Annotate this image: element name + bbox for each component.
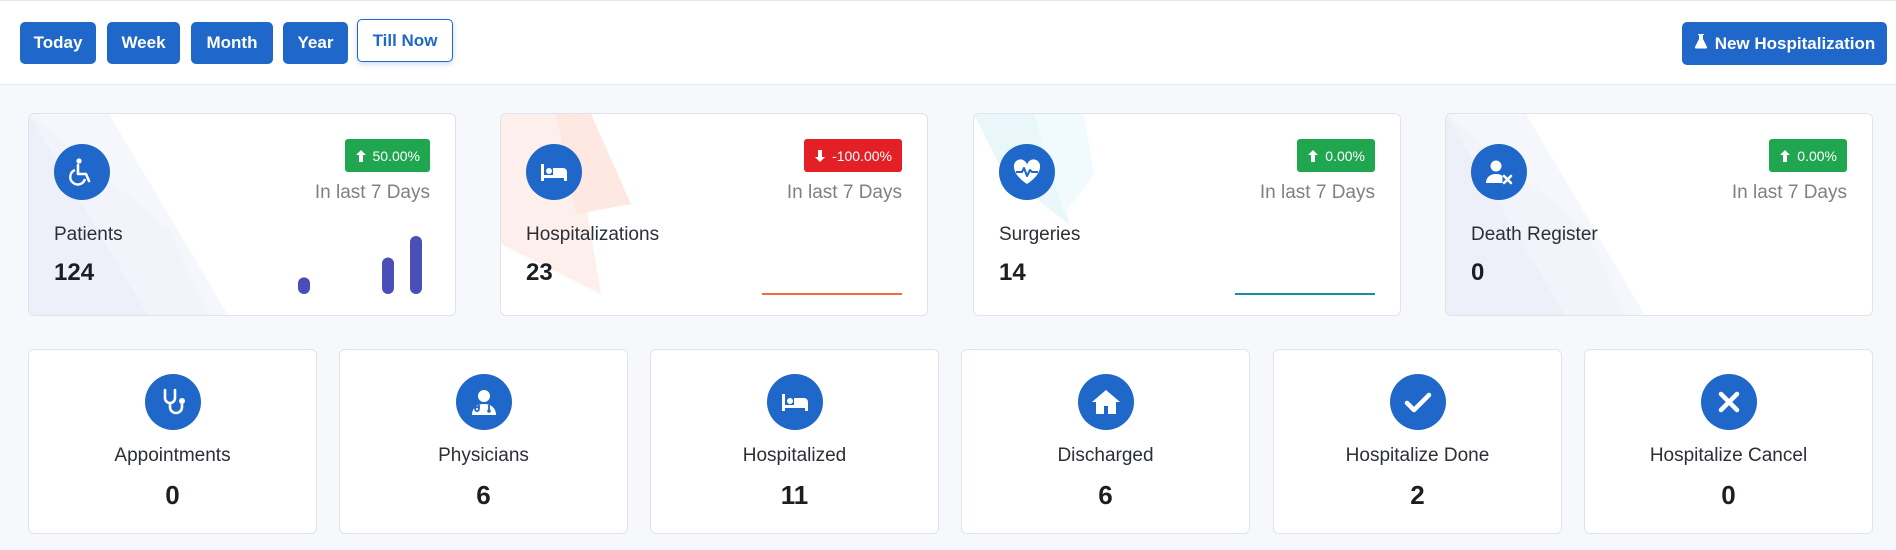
- trend-badge: -100.00%: [804, 139, 902, 172]
- bed-icon: [526, 144, 582, 200]
- stethoscope-icon: [145, 374, 201, 430]
- stat-value: 23: [526, 259, 553, 286]
- summary-value: 0: [1721, 480, 1736, 510]
- hospitalizations-sparkline: [762, 293, 902, 295]
- arrow-up-icon: [1780, 149, 1791, 162]
- range-week-button[interactable]: Week: [107, 22, 180, 64]
- summary-value: 6: [1098, 480, 1113, 510]
- summary-card-appointments: Appointments 0: [28, 349, 317, 534]
- summary-title: Physicians: [438, 445, 529, 466]
- stat-value: 0: [1471, 259, 1485, 286]
- summary-title: Hospitalize Done: [1345, 445, 1490, 466]
- trend-value: -100.00%: [832, 147, 892, 164]
- range-month-button[interactable]: Month: [191, 22, 273, 64]
- period-label: In last 7 Days: [1731, 182, 1847, 203]
- trend-badge: 0.00%: [1297, 139, 1375, 172]
- stat-card-death-register: 0.00% In last 7 Days Death Register 0: [1445, 113, 1873, 316]
- trend-badge: 0.00%: [1769, 139, 1847, 172]
- trend-value: 0.00%: [1797, 147, 1837, 164]
- summary-value: 2: [1410, 480, 1425, 510]
- summary-value: 11: [780, 480, 809, 510]
- summary-card-discharged: Discharged 6: [961, 349, 1250, 534]
- range-till-now-button[interactable]: Till Now: [357, 19, 453, 62]
- trend-value: 0.00%: [1325, 147, 1365, 164]
- sparkline-bar: [382, 257, 394, 294]
- summary-title: Appointments: [114, 445, 231, 466]
- summary-card-physicians: Physicians 6: [339, 349, 628, 534]
- arrow-down-icon: [815, 149, 826, 162]
- sparkline-bar: [298, 277, 310, 294]
- bed-icon: [767, 374, 823, 430]
- new-hospitalization-button[interactable]: New Hospitalization: [1682, 22, 1887, 65]
- surgeries-sparkline: [1235, 293, 1375, 295]
- period-label: In last 7 Days: [786, 182, 902, 203]
- stat-title: Patients: [54, 224, 123, 245]
- new-hospitalization-label: New Hospitalization: [1714, 33, 1876, 53]
- home-icon: [1078, 374, 1134, 430]
- patients-sparkline: [298, 236, 422, 294]
- arrow-up-icon: [1308, 149, 1319, 162]
- stat-card-hospitalizations: -100.00% In last 7 Days Hospitalizations…: [500, 113, 928, 316]
- range-year-button[interactable]: Year: [283, 22, 348, 64]
- period-label: In last 7 Days: [1259, 182, 1375, 203]
- summary-value: 0: [165, 480, 180, 510]
- summary-card-hospitalize-cancel: Hospitalize Cancel 0: [1584, 349, 1873, 534]
- summary-card-hospitalize-done: Hospitalize Done 2: [1273, 349, 1562, 534]
- summary-title: Hospitalized: [742, 445, 847, 466]
- trend-value: 50.00%: [372, 147, 420, 164]
- stat-card-surgeries: 0.00% In last 7 Days Surgeries 14: [973, 113, 1401, 316]
- heartbeat-icon: [999, 144, 1055, 200]
- wheelchair-icon: [54, 144, 110, 200]
- stat-title: Hospitalizations: [526, 224, 660, 245]
- user-x-icon: [1471, 144, 1527, 200]
- stat-value: 14: [999, 259, 1026, 286]
- doctor-icon: [456, 374, 512, 430]
- summary-title: Discharged: [1057, 445, 1154, 466]
- sparkline-bar: [410, 236, 422, 294]
- stat-value: 124: [54, 259, 95, 286]
- flask-icon: [1694, 33, 1708, 54]
- range-today-button[interactable]: Today: [20, 22, 96, 64]
- summary-title: Hospitalize Cancel: [1649, 445, 1808, 466]
- stat-title: Death Register: [1471, 224, 1598, 245]
- period-label: In last 7 Days: [314, 182, 430, 203]
- stat-card-patients: 50.00% In last 7 Days Patients 124: [28, 113, 456, 316]
- trend-badge: 50.00%: [344, 139, 430, 172]
- x-icon: [1701, 374, 1757, 430]
- filter-toolbar: Today Week Month Year Till Now New Hospi…: [0, 0, 1896, 85]
- stat-title: Surgeries: [999, 224, 1081, 245]
- check-icon: [1390, 374, 1446, 430]
- summary-card-hospitalized: Hospitalized 11: [650, 349, 939, 534]
- arrow-up-icon: [355, 149, 366, 162]
- summary-value: 6: [476, 480, 491, 510]
